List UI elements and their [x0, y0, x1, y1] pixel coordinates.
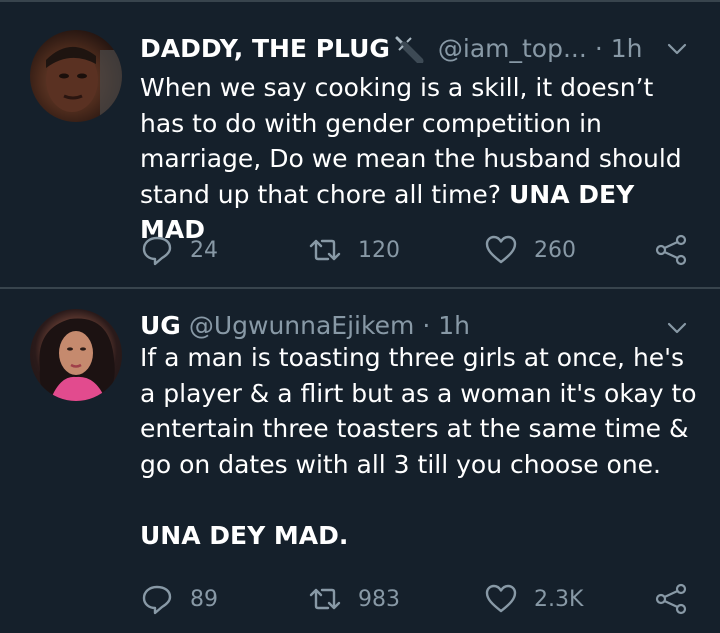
reply-count: 89 [190, 586, 218, 612]
tweet-text-line: When we say cooking is a skill, it doesn… [140, 73, 654, 102]
retweet-icon [309, 239, 341, 261]
user-handle[interactable]: @UgwunnaEjikem [189, 311, 414, 340]
tweet-2[interactable]: UG @UgwunnaEjikem · 1h If a man is toast… [0, 289, 720, 633]
tweet-actions: 24 120 260 [140, 233, 690, 267]
tweet-text: When we say cooking is a skill, it doesn… [140, 70, 700, 248]
retweet-button[interactable]: 983 [308, 582, 400, 616]
like-icon [485, 235, 517, 264]
share-button[interactable] [654, 233, 688, 267]
like-icon [485, 584, 517, 613]
avatar[interactable] [30, 30, 122, 122]
like-button[interactable]: 260 [484, 233, 576, 267]
retweet-button[interactable]: 120 [308, 233, 400, 267]
plug-icon [394, 33, 424, 65]
timestamp[interactable]: 1h [438, 311, 470, 340]
reply-button[interactable]: 24 [140, 233, 218, 267]
tweet-text-line: entertain three toasters at the same tim… [140, 414, 689, 443]
tweet-header: DADDY, THE PLUG @iam_top... · 1h [140, 28, 690, 68]
display-name[interactable]: UG [140, 311, 181, 340]
tweet-text-line: marriage, Do we mean the husband should [140, 144, 682, 173]
tweet-text-line: stand up that chore all time? [140, 179, 509, 209]
chevron-down-icon[interactable] [664, 315, 690, 341]
reply-icon [142, 236, 172, 266]
chevron-down-icon[interactable] [664, 36, 690, 62]
user-handle[interactable]: @iam_top... [438, 34, 587, 63]
reply-button[interactable]: 89 [140, 582, 218, 616]
tweet-text-line: has to do with gender competition in [140, 108, 602, 138]
like-count: 260 [534, 237, 576, 263]
share-icon [655, 583, 687, 615]
timestamp[interactable]: 1h [611, 34, 643, 63]
retweet-count: 120 [358, 237, 400, 263]
like-count: 2.3K [534, 586, 584, 612]
retweet-icon [309, 588, 341, 610]
separator-dot: · [594, 33, 603, 63]
reply-count: 24 [190, 237, 218, 263]
like-button[interactable]: 2.3K [484, 582, 583, 616]
tweet-text-line: go on dates with all 3 till you choose o… [140, 449, 662, 479]
display-name[interactable]: DADDY, THE PLUG [140, 34, 390, 63]
separator-dot: · [422, 310, 431, 340]
share-icon [655, 234, 687, 266]
tweet-text-line: If a man is toasting three girls at once… [140, 343, 685, 372]
tweet-header: UG @UgwunnaEjikem · 1h [140, 305, 690, 345]
retweet-count: 983 [358, 586, 400, 612]
reply-icon [142, 585, 172, 615]
tweet-text-line: a player & a flirt but as a woman it's o… [140, 378, 697, 408]
tweet-1[interactable]: DADDY, THE PLUG @iam_top... · 1h When we… [0, 0, 720, 287]
share-button[interactable] [654, 582, 688, 616]
tweet-text-bold: UNA DEY MAD. [140, 520, 349, 550]
tweet-text: If a man is toasting three girls at once… [140, 340, 700, 553]
avatar[interactable] [30, 309, 122, 401]
tweet-actions: 89 983 2.3K [140, 582, 690, 616]
